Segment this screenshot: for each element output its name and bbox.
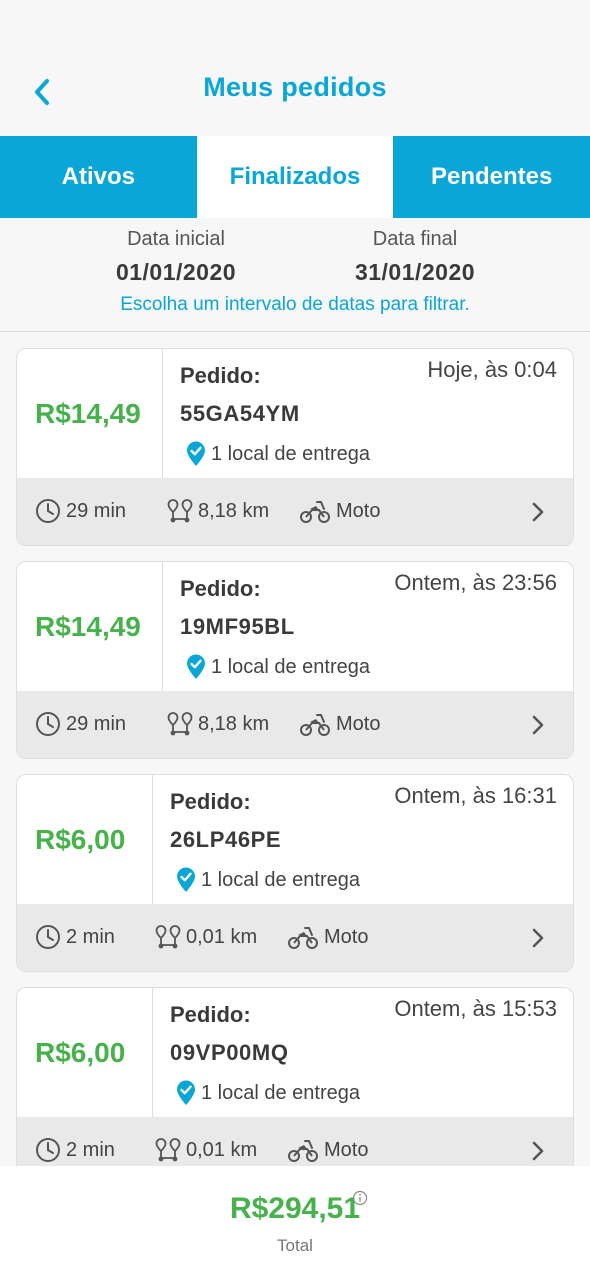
order-meta-bar: 29 min 8,18 km Moto [17,478,573,545]
delivery-info: 1 local de entrega [185,441,370,467]
page-title: Meus pedidos [203,72,387,102]
clock-icon [36,925,60,949]
tab-ativos[interactable]: Ativos [0,136,197,218]
tab-finalizados[interactable]: Finalizados [196,136,394,218]
start-date-value: 01/01/2020 [115,259,237,285]
clock-icon [36,1138,60,1162]
duration-text: 29 min [66,499,127,522]
date-filter-hint: Escolha um intervalo de datas para filtr… [120,294,470,315]
tab-bar: Ativos Finalizados Pendentes [0,136,590,218]
delivery-text: 1 local de entrega [211,655,371,678]
route-icon [155,925,181,949]
route-icon [155,1138,181,1162]
chevron-right-icon[interactable] [531,501,545,523]
duration: 29 min [35,711,126,737]
route-icon [167,712,193,736]
end-date-picker[interactable]: Data final 31/01/2020 [305,228,525,286]
distance: 0,01 km [155,1137,257,1163]
order-label: Pedido: [180,363,261,388]
start-date-picker[interactable]: Data inicial 01/01/2020 [66,228,286,286]
delivery-info: 1 local de entrega [175,1080,360,1106]
distance-text: 0,01 km [186,925,258,948]
motorcycle-icon [300,714,330,736]
vehicle-text: Moto [336,499,381,522]
delivery-info: 1 local de entrega [185,654,370,680]
duration: 2 min [35,924,115,950]
delivery-text: 1 local de entrega [201,868,361,891]
order-price: R$6,00 [17,988,153,1118]
vehicle-text: Moto [324,1138,369,1161]
tab-pendentes[interactable]: Pendentes [393,136,590,218]
order-price: R$14,49 [17,349,163,479]
end-date-value: 31/01/2020 [354,259,476,285]
total-footer: R$294,51 Total [0,1166,590,1280]
delivery-text: 1 local de entrega [201,1081,361,1104]
order-time: Ontem, às 16:31 [394,783,557,808]
order-label: Pedido: [170,789,251,814]
distance-text: 0,01 km [186,1138,258,1161]
clock-icon [36,499,60,523]
vehicle-text: Moto [324,925,369,948]
motorcycle-icon [288,927,318,949]
duration: 29 min [35,498,126,524]
header: Meus pedidos [0,0,590,136]
info-icon[interactable] [352,1190,368,1206]
order-card[interactable]: R$14,49 Pedido: 19MF95BL Ontem, às 23:56… [16,561,574,759]
duration-text: 2 min [66,925,115,948]
order-time: Ontem, às 23:56 [394,570,557,595]
order-meta-bar: 2 min 0,01 km Moto [17,904,573,971]
chevron-right-icon[interactable] [531,714,545,736]
order-code: 55GA54YM [180,401,300,426]
order-card[interactable]: R$6,00 Pedido: 09VP00MQ Ontem, às 15:53 … [16,987,574,1185]
motorcycle-icon [288,1140,318,1162]
order-code: 19MF95BL [180,614,295,639]
order-price: R$14,49 [17,562,163,692]
verified-pin-icon [187,441,205,466]
verified-pin-icon [177,867,195,892]
order-list: R$14,49 Pedido: 55GA54YM Hoje, às 0:04 1… [16,348,574,1200]
order-code: 09VP00MQ [170,1040,289,1065]
chevron-right-icon[interactable] [531,927,545,949]
order-price: R$6,00 [17,775,153,905]
route-icon [167,499,193,523]
total-label: Total [277,1236,313,1255]
duration: 2 min [35,1137,115,1163]
duration-text: 29 min [66,712,127,735]
vehicle: Moto [299,498,380,524]
order-label: Pedido: [170,1002,251,1027]
order-time: Ontem, às 15:53 [394,996,557,1021]
clock-icon [36,712,60,736]
motorcycle-icon [300,501,330,523]
order-card[interactable]: R$6,00 Pedido: 26LP46PE Ontem, às 16:31 … [16,774,574,972]
duration-text: 2 min [66,1138,115,1161]
distance-text: 8,18 km [198,499,270,522]
vehicle: Moto [287,924,368,950]
delivery-info: 1 local de entrega [175,867,360,893]
distance: 8,18 km [167,711,269,737]
distance: 8,18 km [167,498,269,524]
vehicle: Moto [299,711,380,737]
end-date-label: Data final [372,228,458,250]
chevron-right-icon[interactable] [531,1140,545,1162]
order-code: 26LP46PE [170,827,282,852]
total-value: R$294,51 [229,1192,361,1225]
distance: 0,01 km [155,924,257,950]
start-date-label: Data inicial [127,228,225,250]
order-label: Pedido: [180,576,261,601]
date-filter: Data inicial 01/01/2020 Data final 31/01… [0,218,590,332]
order-time: Hoje, às 0:04 [427,357,557,382]
vehicle: Moto [287,1137,368,1163]
verified-pin-icon [177,1080,195,1105]
vehicle-text: Moto [336,712,381,735]
order-meta-bar: 29 min 8,18 km Moto [17,691,573,758]
verified-pin-icon [187,654,205,679]
order-card[interactable]: R$14,49 Pedido: 55GA54YM Hoje, às 0:04 1… [16,348,574,546]
delivery-text: 1 local de entrega [211,442,371,465]
distance-text: 8,18 km [198,712,270,735]
